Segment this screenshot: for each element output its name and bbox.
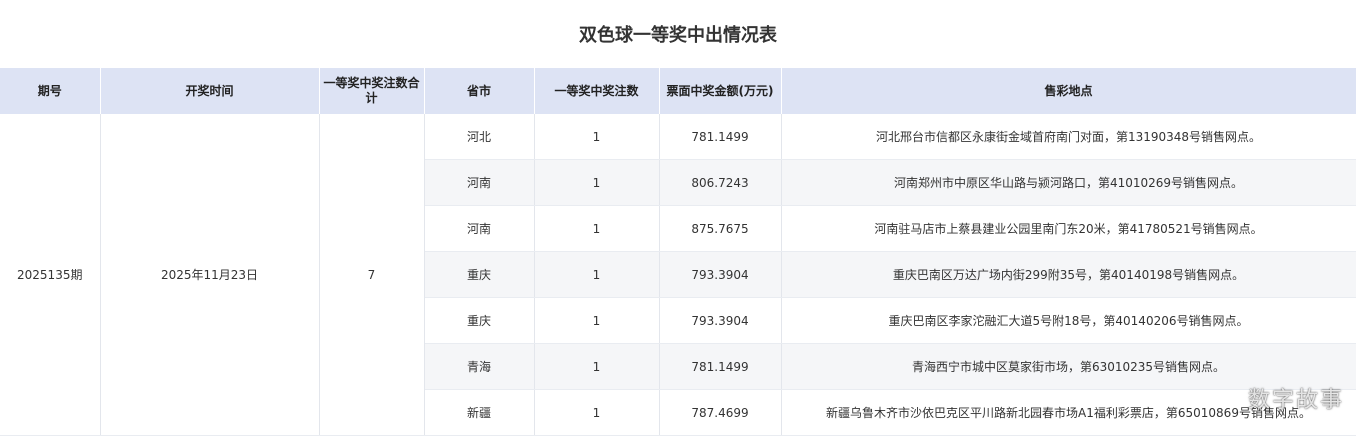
table-row: 2025135期 2025年11月23日 7 河北 1 781.1499 河北邢… (0, 114, 1356, 436)
location-cell: 重庆巴南区李家沱融汇大道5号附18号，第40140206号销售网点。 (781, 297, 1356, 344)
watermark-text: 数字故事 (1247, 388, 1344, 413)
amount-cell: 875.7675 (659, 205, 782, 252)
amount-cell: 793.3904 (659, 251, 782, 298)
amount-cell: 787.4699 (659, 389, 782, 436)
table-header-row: 期号 开奖时间 一等奖中奖注数合计 省市 一等奖中奖注数 票面中奖金额(万元) … (0, 68, 1356, 114)
location-cell: 重庆巴南区万达广场内街299附35号，第40140198号销售网点。 (781, 251, 1356, 298)
amount-cell: 793.3904 (659, 297, 782, 344)
count-cell: 1 (534, 114, 660, 160)
amount-cell: 806.7243 (659, 159, 782, 206)
total-cell: 7 (319, 114, 425, 436)
header-location: 售彩地点 (781, 68, 1356, 114)
province-cell: 青海 (424, 343, 535, 390)
results-table: 期号 开奖时间 一等奖中奖注数合计 省市 一等奖中奖注数 票面中奖金额(万元) … (0, 68, 1356, 436)
draw-time-cell: 2025年11月23日 (100, 114, 320, 436)
province-cell: 重庆 (424, 297, 535, 344)
header-issue: 期号 (0, 68, 101, 114)
amount-cell: 781.1499 (659, 114, 782, 160)
issue-cell: 2025135期 (0, 114, 101, 436)
location-cell: 河南郑州市中原区华山路与颍河路口，第41010269号销售网点。 (781, 159, 1356, 206)
page-title: 双色球一等奖中出情况表 (579, 24, 777, 46)
header-amount: 票面中奖金额(万元) (659, 68, 782, 114)
province-cell: 河南 (424, 159, 535, 206)
province-cell: 重庆 (424, 251, 535, 298)
header-province: 省市 (424, 68, 535, 114)
province-cell: 河北 (424, 114, 535, 160)
count-cell: 1 (534, 205, 660, 252)
count-cell: 1 (534, 251, 660, 298)
location-cell: 河南驻马店市上蔡县建业公园里南门东20米，第41780521号销售网点。 (781, 205, 1356, 252)
location-cell: 河北邢台市信都区永康街金域首府南门对面，第13190348号销售网点。 (781, 114, 1356, 160)
header-total: 一等奖中奖注数合计 (319, 68, 425, 114)
province-cell: 河南 (424, 205, 535, 252)
province-cell: 新疆 (424, 389, 535, 436)
header-draw-time: 开奖时间 (100, 68, 320, 114)
count-cell: 1 (534, 159, 660, 206)
count-cell: 1 (534, 343, 660, 390)
header-count: 一等奖中奖注数 (534, 68, 660, 114)
count-cell: 1 (534, 389, 660, 436)
amount-cell: 781.1499 (659, 343, 782, 390)
count-cell: 1 (534, 297, 660, 344)
